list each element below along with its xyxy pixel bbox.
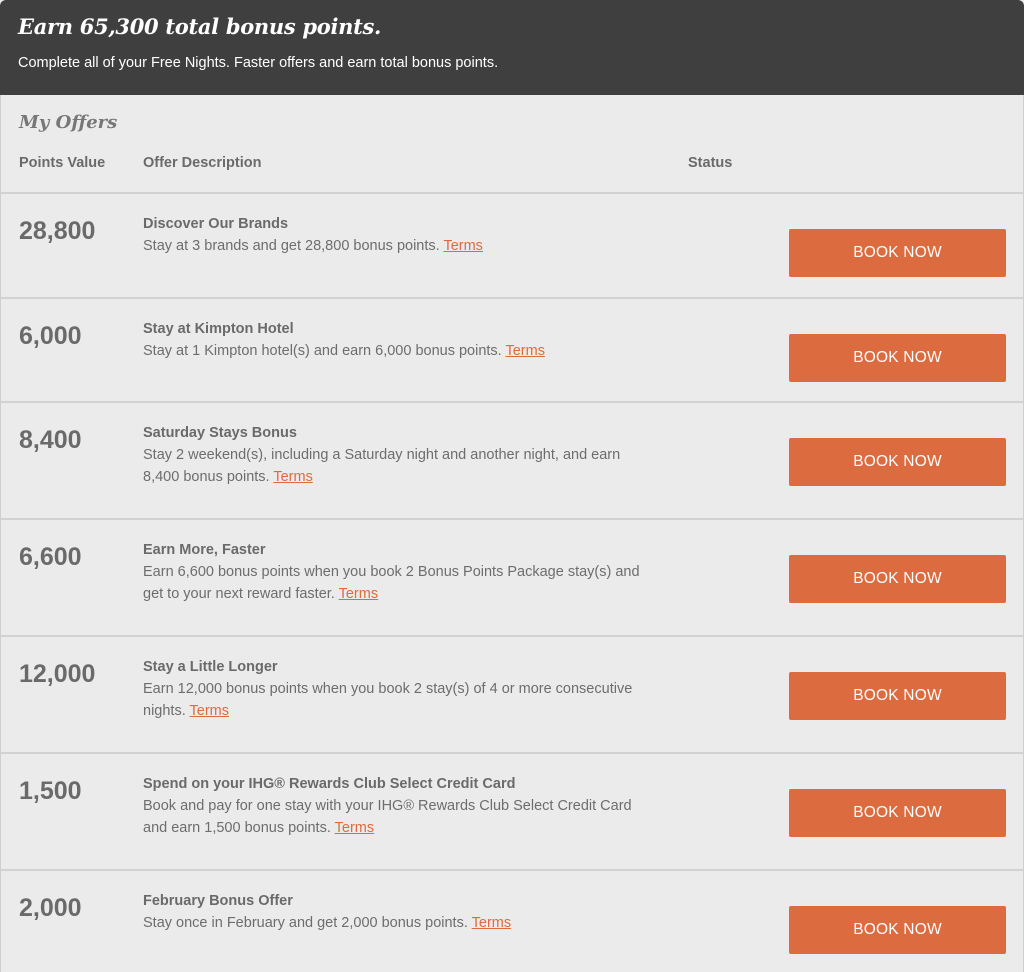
offer-description: Saturday Stays Bonus Stay 2 weekend(s), … [143, 423, 643, 488]
offer-text: Book and pay for one stay with your IHG®… [143, 798, 632, 836]
offer-description: Discover Our Brands Stay at 3 brands and… [143, 214, 643, 257]
header-title: Earn 65,300 total bonus points. [18, 14, 382, 39]
offer-description: Spend on your IHG® Rewards Club Select C… [143, 774, 643, 839]
offer-title: February Bonus Offer [143, 893, 293, 909]
book-now-button[interactable]: BOOK NOW [789, 438, 1006, 486]
offer-row: 6,000 Stay at Kimpton Hotel Stay at 1 Ki… [1, 297, 1023, 401]
offer-title: Stay a Little Longer [143, 659, 278, 675]
header-banner: Earn 65,300 total bonus points. Complete… [0, 0, 1024, 95]
offer-title: Earn More, Faster [143, 542, 266, 558]
points-value: 2,000 [19, 894, 82, 922]
offer-row: 12,000 Stay a Little Longer Earn 12,000 … [1, 635, 1023, 752]
offer-text: Stay at 3 brands and get 28,800 bonus po… [143, 238, 440, 254]
offer-description: Stay a Little Longer Earn 12,000 bonus p… [143, 657, 643, 722]
panel-title: My Offers [19, 112, 118, 133]
offer-title: Spend on your IHG® Rewards Club Select C… [143, 776, 516, 792]
book-now-button[interactable]: BOOK NOW [789, 906, 1006, 954]
points-value: 1,500 [19, 777, 82, 805]
offer-text: Earn 6,600 bonus points when you book 2 … [143, 564, 640, 602]
offer-row: 1,500 Spend on your IHG® Rewards Club Se… [1, 752, 1023, 869]
points-value: 28,800 [19, 217, 96, 245]
offer-row: 28,800 Discover Our Brands Stay at 3 bra… [1, 192, 1023, 297]
points-value: 8,400 [19, 426, 82, 454]
offers-panel: My Offers Points Value Offer Description… [0, 95, 1024, 972]
header-subtitle: Complete all of your Free Nights. Faster… [18, 55, 499, 71]
offer-text: Stay at 1 Kimpton hotel(s) and earn 6,00… [143, 343, 502, 359]
offers-list: 28,800 Discover Our Brands Stay at 3 bra… [1, 192, 1023, 972]
terms-link[interactable]: Terms [273, 469, 312, 485]
offer-title: Discover Our Brands [143, 216, 289, 232]
offer-description: Stay at Kimpton Hotel Stay at 1 Kimpton … [143, 319, 643, 362]
points-value: 12,000 [19, 660, 96, 688]
book-now-button[interactable]: BOOK NOW [789, 555, 1006, 603]
column-header-status: Status [688, 155, 733, 171]
terms-link[interactable]: Terms [505, 343, 544, 359]
offer-title: Stay at Kimpton Hotel [143, 321, 294, 337]
offer-description: Earn More, Faster Earn 6,600 bonus point… [143, 540, 643, 605]
terms-link[interactable]: Terms [472, 915, 511, 931]
book-now-button[interactable]: BOOK NOW [789, 789, 1006, 837]
points-value: 6,000 [19, 322, 82, 350]
offer-row: 6,600 Earn More, Faster Earn 6,600 bonus… [1, 518, 1023, 635]
terms-link[interactable]: Terms [443, 238, 482, 254]
column-header-description: Offer Description [143, 155, 262, 171]
offer-title: Saturday Stays Bonus [143, 425, 297, 441]
book-now-button[interactable]: BOOK NOW [789, 334, 1006, 382]
column-header-points: Points Value [19, 155, 106, 171]
offer-text: Stay once in February and get 2,000 bonu… [143, 915, 468, 931]
terms-link[interactable]: Terms [190, 703, 229, 719]
offer-row: 2,000 February Bonus Offer Stay once in … [1, 869, 1023, 972]
terms-link[interactable]: Terms [339, 586, 378, 602]
offer-text: Stay 2 weekend(s), including a Saturday … [143, 447, 621, 485]
offer-description: February Bonus Offer Stay once in Februa… [143, 891, 643, 934]
offer-row: 8,400 Saturday Stays Bonus Stay 2 weeken… [1, 401, 1023, 518]
terms-link[interactable]: Terms [335, 820, 374, 836]
book-now-button[interactable]: BOOK NOW [789, 672, 1006, 720]
points-value: 6,600 [19, 543, 82, 571]
book-now-button[interactable]: BOOK NOW [789, 229, 1006, 277]
